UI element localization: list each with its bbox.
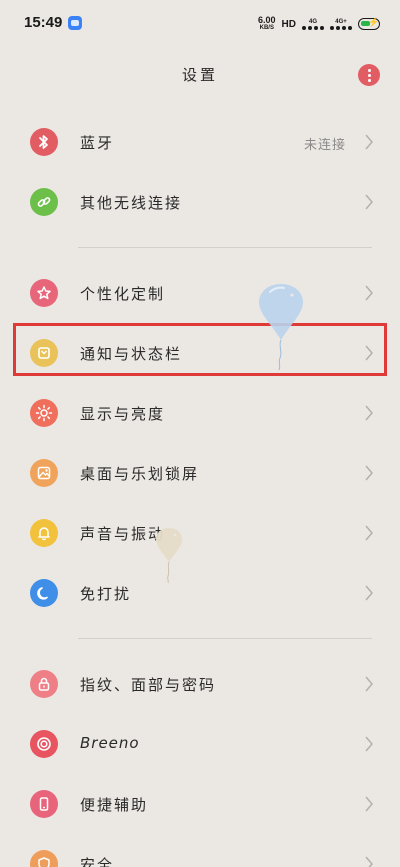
network-speed-unit: KB/S	[259, 25, 274, 31]
moon-icon	[30, 579, 58, 607]
settings-item-label: 安全	[80, 856, 115, 867]
chevron-right-icon	[365, 736, 373, 752]
header: 设置	[0, 56, 400, 92]
settings-item-label: 其他无线连接	[80, 194, 183, 212]
bluetooth-icon	[30, 128, 58, 156]
settings-item-label: 显示与亮度	[80, 405, 166, 423]
chevron-right-icon	[365, 525, 373, 541]
settings-item-label: 个性化定制	[80, 285, 166, 303]
settings-item-label: 免打扰	[80, 585, 132, 603]
chevron-right-icon	[365, 856, 373, 867]
settings-item-sound[interactable]: 声音与振动	[0, 503, 400, 563]
settings-item-assist[interactable]: 便捷辅助	[0, 774, 400, 834]
settings-item-label: 声音与振动	[80, 525, 166, 543]
network-speed: 6.00 KB/S	[258, 16, 276, 32]
desktop-icon	[30, 459, 58, 487]
settings-item-do-not-disturb[interactable]: 免打扰	[0, 563, 400, 623]
bell-icon	[30, 519, 58, 547]
settings-item-security[interactable]: 安全	[0, 834, 400, 867]
lock-icon	[30, 670, 58, 698]
section-divider	[78, 638, 372, 639]
settings-item-security-password[interactable]: 指纹、面部与密码	[0, 654, 400, 714]
sim1-network-type: 4G	[308, 18, 317, 25]
link-icon	[30, 188, 58, 216]
battery-icon: ⚡	[358, 17, 380, 30]
brightness-icon	[30, 399, 58, 427]
balloon-decoration	[156, 528, 182, 584]
chevron-right-icon	[365, 465, 373, 481]
settings-item-desktop[interactable]: 桌面与乐划锁屏	[0, 443, 400, 503]
chevron-right-icon	[365, 134, 373, 150]
highlight-box	[13, 323, 387, 376]
sim2-signal-icon: 4G+	[330, 19, 352, 30]
shield-icon	[30, 850, 58, 867]
settings-item-label: 便捷辅助	[80, 796, 149, 814]
settings-item-label: 蓝牙	[80, 134, 115, 152]
settings-item-label: 指纹、面部与密码	[80, 676, 217, 694]
settings-item-bluetooth[interactable]: 蓝牙 未连接	[0, 112, 400, 172]
chevron-right-icon	[365, 405, 373, 421]
chat-app-icon	[68, 16, 82, 30]
settings-item-personalization[interactable]: 个性化定制	[0, 263, 400, 323]
chevron-right-icon	[365, 676, 373, 692]
breeno-icon	[30, 730, 58, 758]
sim2-network-type: 4G+	[335, 18, 347, 25]
status-time: 15:49	[24, 14, 63, 31]
personalize-icon	[30, 279, 58, 307]
settings-item-display[interactable]: 显示与亮度	[0, 383, 400, 443]
settings-screen: 15:49 6.00 KB/S HD 4G 4G+ ⚡ 设置 蓝牙 未连接 其他…	[0, 0, 400, 867]
status-bar: 15:49 6.00 KB/S HD 4G 4G+ ⚡	[0, 0, 400, 46]
hd-badge: HD	[281, 18, 296, 30]
more-options-button[interactable]	[358, 64, 380, 86]
network-speed-value: 6.00	[258, 15, 276, 25]
chevron-right-icon	[365, 796, 373, 812]
status-indicators: 6.00 KB/S HD 4G 4G+ ⚡	[258, 14, 380, 34]
assist-icon	[30, 790, 58, 818]
settings-item-label: 桌面与乐划锁屏	[80, 465, 200, 483]
chevron-right-icon	[365, 194, 373, 210]
settings-item-label: Breeno	[80, 734, 140, 752]
sim1-signal-icon: 4G	[302, 19, 324, 30]
page-title: 设置	[181, 66, 218, 84]
chevron-right-icon	[365, 585, 373, 601]
bluetooth-status: 未连接	[303, 138, 346, 153]
chevron-right-icon	[365, 285, 373, 301]
settings-item-breeno[interactable]: Breeno	[0, 714, 400, 774]
balloon-decoration	[259, 284, 303, 371]
settings-item-other-wireless[interactable]: 其他无线连接	[0, 172, 400, 232]
section-divider	[78, 247, 372, 248]
